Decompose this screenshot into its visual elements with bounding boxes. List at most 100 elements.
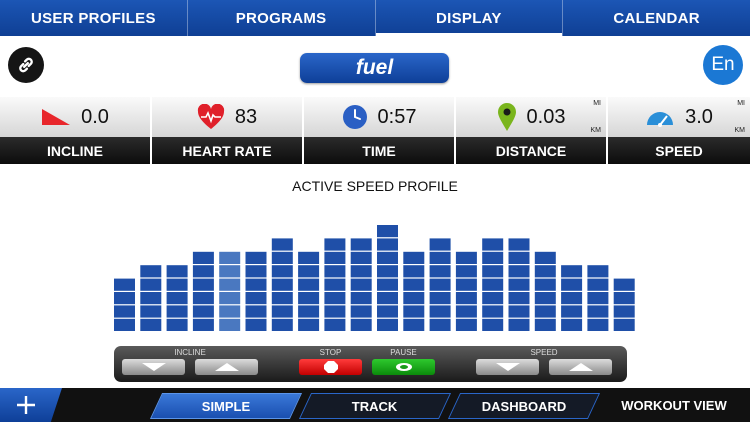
fuel-logo: fuel <box>300 53 449 83</box>
speed-bar-segment <box>298 278 320 291</box>
speed-down-button[interactable] <box>476 359 539 375</box>
speed-bar-segment <box>377 318 398 331</box>
speed-bar-11 <box>377 225 398 331</box>
incline-value: 0.0 <box>81 105 109 128</box>
speed-bar-segment <box>534 278 556 291</box>
tab-simple[interactable]: SIMPLE <box>149 393 303 419</box>
speed-bar-segment <box>377 225 398 238</box>
speed-label: SPEED <box>608 137 750 164</box>
speed-bar-segment <box>324 318 346 331</box>
speed-bar-segment <box>508 278 530 291</box>
logo-text: fuel <box>355 56 394 79</box>
tab-programs[interactable]: PROGRAMS <box>188 0 376 36</box>
distance-label: DISTANCE <box>456 137 606 164</box>
plus-icon <box>17 396 35 414</box>
speed-bar-segment <box>350 318 372 331</box>
speed-bar-segment <box>114 292 135 305</box>
speed-bar-15 <box>482 238 504 331</box>
heart-icon <box>197 104 224 129</box>
tab-display[interactable]: DISPLAY <box>375 0 564 36</box>
speed-bar-segment <box>166 278 188 291</box>
speed-bar-segment <box>455 318 477 331</box>
stat-incline: 0.0 INCLINE <box>0 97 150 164</box>
stat-distance: 0.03 MI KM DISTANCE <box>456 97 606 164</box>
tab-calendar[interactable]: CALENDAR <box>563 0 750 36</box>
clock-icon <box>342 105 367 129</box>
speed-bar-segment <box>377 251 398 264</box>
speed-bar-segment <box>561 278 583 291</box>
speed-bar-segment <box>613 292 635 305</box>
tab-programs-label: PROGRAMS <box>235 9 327 27</box>
speed-bar-13 <box>429 238 451 331</box>
speed-bar-segment <box>140 278 162 291</box>
speed-bar-segment <box>324 278 346 291</box>
speed-bar-segment <box>429 278 451 291</box>
tab-workout-view[interactable]: WORKOUT VIEW <box>604 393 744 417</box>
speed-bar-segment <box>245 292 267 305</box>
link-button[interactable] <box>8 47 44 83</box>
speed-bar-segment <box>377 292 398 305</box>
heart-rate-label: HEART RATE <box>152 137 302 164</box>
tab-dashboard-label: DASHBOARD <box>481 398 567 414</box>
tab-display-label: DISPLAY <box>436 9 502 27</box>
speed-bar-segment <box>508 251 530 264</box>
incline-up-button[interactable] <box>195 359 258 375</box>
speed-bar-segment <box>429 305 451 318</box>
speed-bar-segment <box>114 305 135 318</box>
tab-dashboard[interactable]: DASHBOARD <box>447 393 601 419</box>
profile-title: ACTIVE SPEED PROFILE <box>292 178 458 194</box>
speed-bar-segment <box>219 278 241 291</box>
pause-icon <box>395 363 412 371</box>
speed-bar-14 <box>455 251 477 331</box>
speed-unit-mi: MI <box>737 100 745 107</box>
speed-bar-segment <box>455 292 477 305</box>
stop-label: STOP <box>319 348 342 357</box>
speed-bar-segment <box>219 265 241 278</box>
speed-bar-segment <box>271 292 293 305</box>
heart-rate-value: 83 <box>234 105 258 128</box>
speed-bar-segment <box>587 318 609 331</box>
speed-bar-segment <box>245 305 267 318</box>
speed-bar-segment <box>140 318 162 331</box>
language-button[interactable]: En <box>703 45 743 85</box>
tab-track[interactable]: TRACK <box>298 393 452 419</box>
speed-bar-segment <box>587 265 609 278</box>
speed-bar-9 <box>324 238 346 331</box>
incline-down-button[interactable] <box>122 359 185 375</box>
speed-bar-segment <box>534 265 556 278</box>
bottom-nav: SIMPLE TRACK DASHBOARD WORKOUT VIEW <box>0 388 750 422</box>
speed-bar-segment <box>166 318 188 331</box>
speed-bar-1 <box>114 278 135 331</box>
pause-button[interactable] <box>372 359 435 375</box>
speed-bar-segment <box>482 305 504 318</box>
tab-calendar-label: CALENDAR <box>613 9 700 27</box>
speed-bar-segment <box>482 292 504 305</box>
link-icon <box>19 57 33 73</box>
speed-bar-segment <box>429 265 451 278</box>
speed-bar-segment <box>350 265 372 278</box>
tab-user-profiles[interactable]: USER PROFILES <box>0 0 188 36</box>
speed-bar-segment <box>114 318 135 331</box>
speed-value: 3.0 <box>685 105 713 128</box>
speed-up-button[interactable] <box>549 359 612 375</box>
speed-bar-segment <box>508 238 530 251</box>
language-label: En <box>711 54 735 75</box>
speed-bar-segment <box>219 305 241 318</box>
speed-bar-segment <box>271 238 293 251</box>
speed-bar-segment <box>324 265 346 278</box>
speed-bar-segment <box>561 292 583 305</box>
speed-bar-segment <box>298 265 320 278</box>
speed-bar-16 <box>508 238 530 331</box>
distance-unit-mi: MI <box>593 100 601 107</box>
stop-button[interactable] <box>299 359 362 375</box>
speed-bar-segment <box>455 278 477 291</box>
add-button[interactable] <box>0 388 62 422</box>
speed-bar-segment <box>534 318 556 331</box>
speedometer-icon <box>647 112 674 127</box>
speed-bar-segment <box>587 292 609 305</box>
speed-bar-segment <box>219 318 241 331</box>
speed-bar-segment <box>508 305 530 318</box>
speed-bar-20 <box>613 278 635 331</box>
speed-bar-segment <box>350 292 372 305</box>
speed-bar-segment <box>298 305 320 318</box>
